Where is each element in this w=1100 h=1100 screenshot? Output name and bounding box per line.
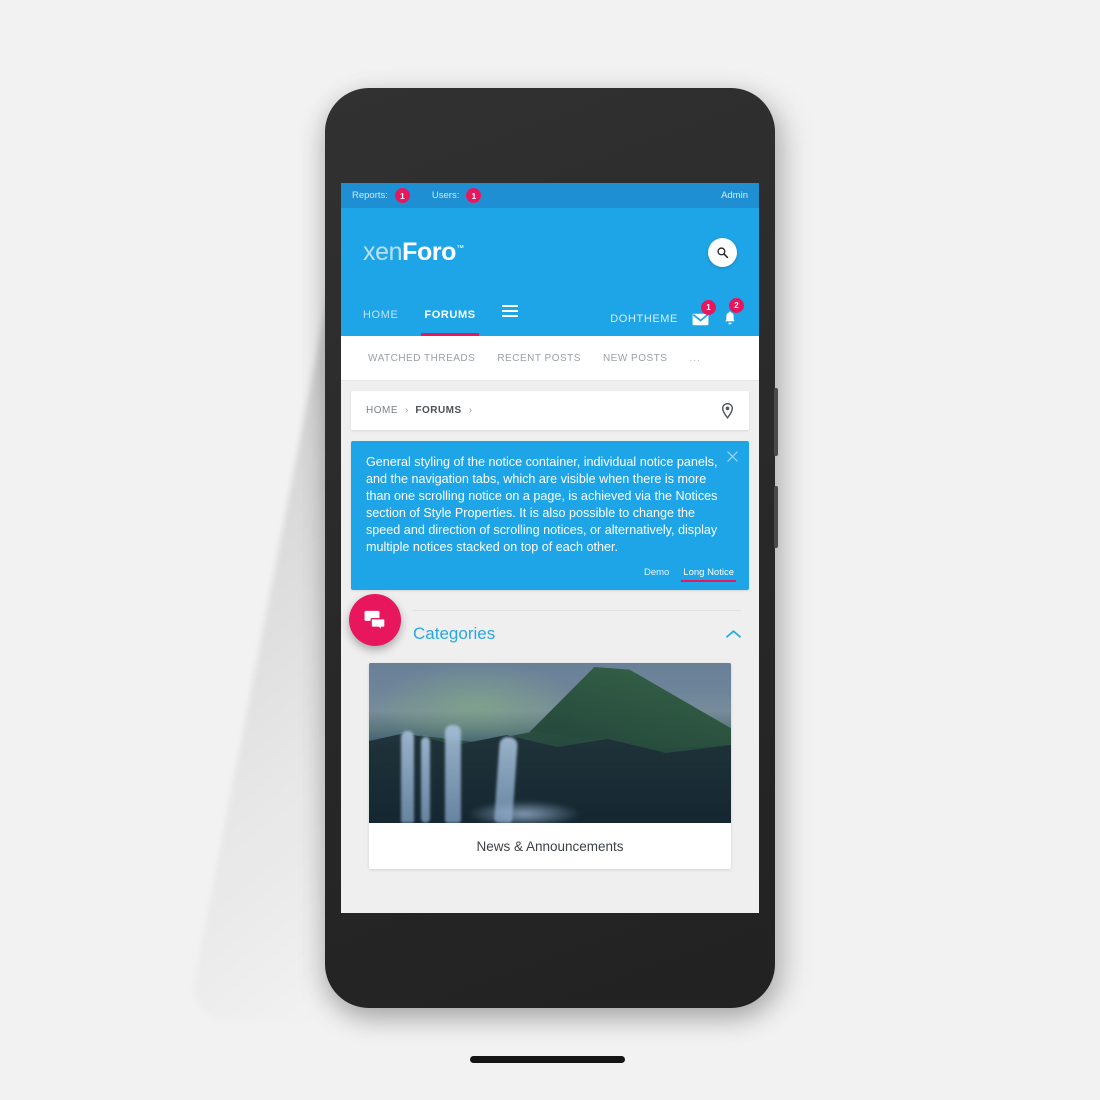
breadcrumb-separator-2: › bbox=[468, 405, 473, 416]
phone-screen: Reports: 1 Users: 1 Admin xenForo™ HOME … bbox=[341, 183, 759, 913]
alerts-button[interactable]: 2 bbox=[723, 298, 744, 327]
volume-button[interactable] bbox=[774, 486, 778, 548]
admin-users-badge: 1 bbox=[466, 188, 482, 203]
categories-section: Categories News & Announcements bbox=[349, 594, 749, 869]
nav-item-forums[interactable]: FORUMS bbox=[421, 296, 479, 336]
admin-item-users[interactable]: Users: 1 bbox=[431, 188, 482, 203]
canvas: Reports: 1 Users: 1 Admin xenForo™ HOME … bbox=[0, 0, 1100, 1100]
site-logo[interactable]: xenForo™ bbox=[363, 237, 464, 266]
breadcrumb: HOME › FORUMS › bbox=[351, 391, 749, 430]
subnav-item-recent-posts[interactable]: RECENT POSTS bbox=[497, 353, 581, 364]
subnav-item-watched-threads[interactable]: WATCHED THREADS bbox=[368, 353, 475, 364]
user-menu-label[interactable]: DOHTHEME bbox=[610, 313, 678, 325]
breadcrumb-pin-button[interactable] bbox=[721, 402, 734, 419]
phone-device: Reports: 1 Users: 1 Admin xenForo™ HOME … bbox=[325, 88, 778, 1063]
logo-text-bold: Foro bbox=[402, 237, 457, 266]
bell-icon bbox=[725, 311, 735, 325]
home-indicator-icon bbox=[470, 1056, 625, 1063]
notice-panel: General styling of the notice container,… bbox=[351, 441, 749, 590]
admin-bar: Reports: 1 Users: 1 Admin bbox=[341, 183, 759, 208]
categories-title: Categories bbox=[413, 624, 496, 643]
categories-header[interactable]: Categories bbox=[413, 610, 741, 657]
power-button[interactable] bbox=[774, 388, 778, 456]
page-content: HOME › FORUMS › General styling of the n… bbox=[341, 381, 759, 869]
brand-header: xenForo™ bbox=[341, 208, 759, 296]
category-node-title: News & Announcements bbox=[476, 838, 624, 854]
breadcrumb-item-home[interactable]: HOME bbox=[366, 405, 398, 416]
admin-item-reports[interactable]: Reports: 1 bbox=[352, 188, 410, 203]
admin-reports-label: Reports: bbox=[352, 190, 388, 201]
photo-blue-tint bbox=[369, 663, 731, 823]
notice-tabs: Demo Long Notice bbox=[366, 567, 736, 582]
chevron-up-icon bbox=[726, 630, 741, 638]
subnav-overflow-button[interactable]: ... bbox=[689, 353, 700, 364]
breadcrumb-separator: › bbox=[405, 405, 409, 416]
main-navigation: HOME FORUMS DOHTHEME 1 2 bbox=[341, 296, 759, 336]
inbox-badge: 1 bbox=[701, 299, 716, 315]
chat-bubbles-icon bbox=[364, 610, 386, 631]
logo-trademark: ™ bbox=[456, 243, 464, 253]
nav-forums-label: FORUMS bbox=[424, 309, 476, 321]
search-button[interactable] bbox=[708, 237, 737, 267]
admin-link[interactable]: Admin bbox=[721, 190, 748, 201]
notice-tab-long-notice[interactable]: Long Notice bbox=[681, 567, 736, 582]
notice-text: General styling of the notice container,… bbox=[366, 455, 718, 554]
logo-text-thin: xen bbox=[363, 237, 403, 266]
alerts-badge: 2 bbox=[729, 298, 744, 313]
category-node-image bbox=[369, 663, 731, 823]
search-icon bbox=[717, 246, 729, 258]
categories-collapse-button[interactable] bbox=[726, 629, 741, 639]
new-thread-fab-button[interactable] bbox=[349, 594, 401, 646]
close-icon bbox=[726, 450, 738, 462]
nav-home-label: HOME bbox=[363, 309, 399, 321]
notice-tab-demo[interactable]: Demo bbox=[644, 567, 669, 582]
nav-item-home[interactable]: HOME bbox=[363, 296, 398, 336]
map-pin-icon bbox=[721, 402, 734, 419]
admin-reports-badge: 1 bbox=[394, 188, 410, 203]
category-node-card[interactable]: News & Announcements bbox=[369, 663, 731, 869]
admin-users-label: Users: bbox=[431, 190, 460, 201]
inbox-button[interactable]: 1 bbox=[692, 299, 716, 326]
subnav-item-new-posts[interactable]: NEW POSTS bbox=[603, 353, 668, 364]
hamburger-menu-icon[interactable] bbox=[501, 304, 518, 328]
sub-navigation: WATCHED THREADS RECENT POSTS NEW POSTS .… bbox=[341, 336, 759, 381]
notice-close-button[interactable] bbox=[725, 449, 739, 463]
breadcrumb-item-forums[interactable]: FORUMS bbox=[415, 405, 461, 416]
